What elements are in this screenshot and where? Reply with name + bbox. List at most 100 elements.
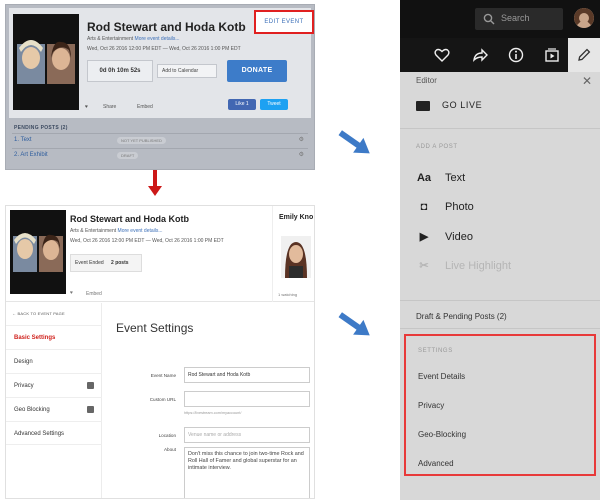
close-icon[interactable]: ✕ bbox=[582, 74, 592, 88]
event-header: Rod Stewart and Hoda Kotb Arts & Enterta… bbox=[6, 206, 314, 302]
divider bbox=[400, 328, 600, 329]
event-actions: ♥ Embed bbox=[6, 288, 272, 300]
search-input[interactable]: Search bbox=[475, 8, 563, 30]
embed-link[interactable]: Embed bbox=[86, 291, 102, 297]
pencil-icon bbox=[578, 48, 591, 61]
event-page-overlay: Rod Stewart and Hoda Kotb Arts & Enterta… bbox=[5, 4, 315, 170]
divider bbox=[400, 300, 600, 301]
editor-heading: Editor bbox=[416, 76, 437, 85]
down-arrow-icon bbox=[153, 170, 157, 187]
sidebar-item-basic-settings[interactable]: Basic Settings bbox=[6, 325, 102, 349]
posts-count: 2 posts bbox=[111, 260, 129, 266]
event-status-box: Event Ended 2 posts bbox=[70, 254, 142, 272]
lock-icon bbox=[87, 406, 94, 413]
post-option-label: Live Highlight bbox=[445, 260, 512, 272]
watching-count: 1 watching bbox=[278, 292, 298, 297]
host-photo-icon bbox=[281, 236, 311, 278]
sidebar-item-label: Advanced Settings bbox=[14, 431, 65, 437]
event-name-field[interactable]: Rod Stewart and Hoda Kotb bbox=[184, 367, 310, 383]
add-to-calendar-select[interactable]: Add to Calendar bbox=[157, 64, 217, 78]
about-textarea[interactable]: Don't miss this chance to join two-time … bbox=[184, 447, 310, 498]
gear-icon[interactable]: ⚙ bbox=[299, 151, 304, 158]
arrow-right-icon bbox=[336, 127, 375, 161]
heart-icon[interactable]: ♥ bbox=[85, 104, 88, 110]
media-icon[interactable] bbox=[544, 47, 560, 63]
sidebar-item-label: Basic Settings bbox=[14, 335, 56, 341]
event-title: Rod Stewart and Hoda Kotb bbox=[87, 20, 246, 34]
event-photo bbox=[10, 210, 66, 294]
custom-url-field[interactable] bbox=[184, 391, 310, 407]
heart-icon[interactable]: ♥ bbox=[70, 290, 73, 296]
post-option-label: Photo bbox=[445, 201, 474, 213]
sidebar-item-privacy[interactable]: Privacy bbox=[6, 373, 102, 397]
back-to-event-link[interactable]: ← BACK TO EVENT PAGE bbox=[12, 311, 65, 316]
location-label: Location bbox=[158, 433, 176, 438]
settings-section-highlight: SETTINGS Event Details Privacy Geo-Block… bbox=[404, 334, 596, 476]
share-icon[interactable] bbox=[472, 47, 488, 63]
sidebar-item-advanced-settings[interactable]: Advanced Settings bbox=[6, 421, 102, 445]
more-details-link[interactable]: More event details... bbox=[135, 36, 180, 42]
sidebar-item-design[interactable]: Design bbox=[6, 349, 102, 373]
post-option-text[interactable]: Aa Text bbox=[416, 172, 465, 184]
pending-post-name[interactable]: 2. Art Exhibit bbox=[14, 152, 48, 158]
more-details-link[interactable]: More event details... bbox=[118, 228, 163, 234]
draft-pending-posts-link[interactable]: Draft & Pending Posts (2) bbox=[416, 312, 507, 321]
post-option-video[interactable]: ▶ Video bbox=[416, 230, 473, 243]
go-live-button[interactable]: GO LIVE bbox=[416, 100, 482, 111]
sidebar-item-geo-blocking[interactable]: Geo Blocking bbox=[6, 397, 102, 421]
event-settings-page: Rod Stewart and Hoda Kotb Arts & Enterta… bbox=[5, 205, 315, 499]
play-icon: ▶ bbox=[419, 231, 429, 243]
text-icon: Aa bbox=[416, 172, 432, 184]
host-avatar bbox=[281, 236, 311, 278]
post-option-photo[interactable]: ◘ Photo bbox=[416, 201, 474, 213]
go-live-label: GO LIVE bbox=[442, 100, 483, 110]
countdown-timer: 0d 0h 10m 52s bbox=[87, 60, 153, 82]
embed-link[interactable]: Embed bbox=[137, 104, 153, 110]
hosts-photo-icon bbox=[13, 14, 79, 110]
gear-icon[interactable]: ⚙ bbox=[299, 136, 304, 143]
search-placeholder: Search bbox=[501, 13, 530, 23]
scissors-icon: ✂ bbox=[419, 260, 429, 272]
arrow-right-icon bbox=[336, 309, 375, 343]
info-icon[interactable] bbox=[508, 47, 524, 63]
post-option-label: Video bbox=[445, 231, 473, 243]
event-category: Arts & Entertainment More event details.… bbox=[70, 228, 163, 234]
settings-item-event-details[interactable]: Event Details bbox=[418, 372, 465, 381]
tweet-button[interactable]: Tweet bbox=[260, 99, 288, 110]
settings-heading: SETTINGS bbox=[418, 348, 453, 354]
edit-tab[interactable] bbox=[568, 38, 600, 72]
location-field[interactable]: Venue name or address bbox=[184, 427, 310, 443]
editor-panel: Editor ✕ GO LIVE ADD A POST Aa Text ◘ Phot… bbox=[400, 72, 600, 500]
settings-item-geo-blocking[interactable]: Geo-Blocking bbox=[418, 430, 466, 439]
mobile-editor-app: Search Editor ✕ GO LIVE ADD A POST Aa Te… bbox=[400, 0, 600, 500]
donate-button[interactable]: DONATE bbox=[227, 60, 287, 82]
pending-posts-heading: PENDING POSTS (2) bbox=[14, 125, 68, 131]
facebook-like-button[interactable]: Like 1 bbox=[228, 99, 256, 110]
settings-sidebar: ← BACK TO EVENT PAGE Basic Settings Desi… bbox=[6, 303, 102, 498]
share-link[interactable]: Share bbox=[103, 104, 116, 110]
edit-event-button[interactable]: EDIT EVENT bbox=[254, 10, 314, 34]
pending-post-row[interactable]: 1. Text NOT YET PUBLISHED ⚙ bbox=[12, 133, 308, 147]
about-label: About bbox=[163, 447, 176, 452]
event-name-label: Event Name bbox=[150, 373, 176, 378]
divider bbox=[400, 128, 600, 129]
event-date: Wed, Oct 26 2016 12:00 PM EDT — Wed, Oct… bbox=[87, 46, 241, 52]
event-date: Wed, Oct 26 2016 12:00 PM EDT — Wed, Oct… bbox=[70, 238, 224, 244]
host-name[interactable]: Emily Kno bbox=[279, 214, 313, 221]
pending-post-name[interactable]: 1. Text bbox=[14, 137, 32, 143]
avatar[interactable] bbox=[574, 8, 594, 28]
add-post-heading: ADD A POST bbox=[416, 144, 458, 150]
settings-form: Event Settings Event Name Rod Stewart an… bbox=[102, 303, 314, 498]
category-text: Arts & Entertainment bbox=[70, 228, 117, 234]
post-option-live-highlight: ✂ Live Highlight bbox=[416, 259, 511, 272]
host-panel: Emily Kno bbox=[272, 206, 314, 302]
event-ended-label: Event Ended bbox=[75, 260, 104, 266]
custom-url-label: Custom URL bbox=[149, 397, 176, 402]
custom-url-hint: https://livestream.com/myaccount/ bbox=[184, 411, 242, 415]
settings-item-advanced[interactable]: Advanced bbox=[418, 459, 454, 468]
pending-post-row[interactable]: 2. Art Exhibit DRAFT ⚙ bbox=[12, 148, 308, 162]
heart-icon[interactable] bbox=[434, 47, 450, 63]
page-title: Event Settings bbox=[116, 321, 194, 335]
settings-item-privacy[interactable]: Privacy bbox=[418, 401, 444, 410]
camera-icon bbox=[416, 100, 430, 111]
